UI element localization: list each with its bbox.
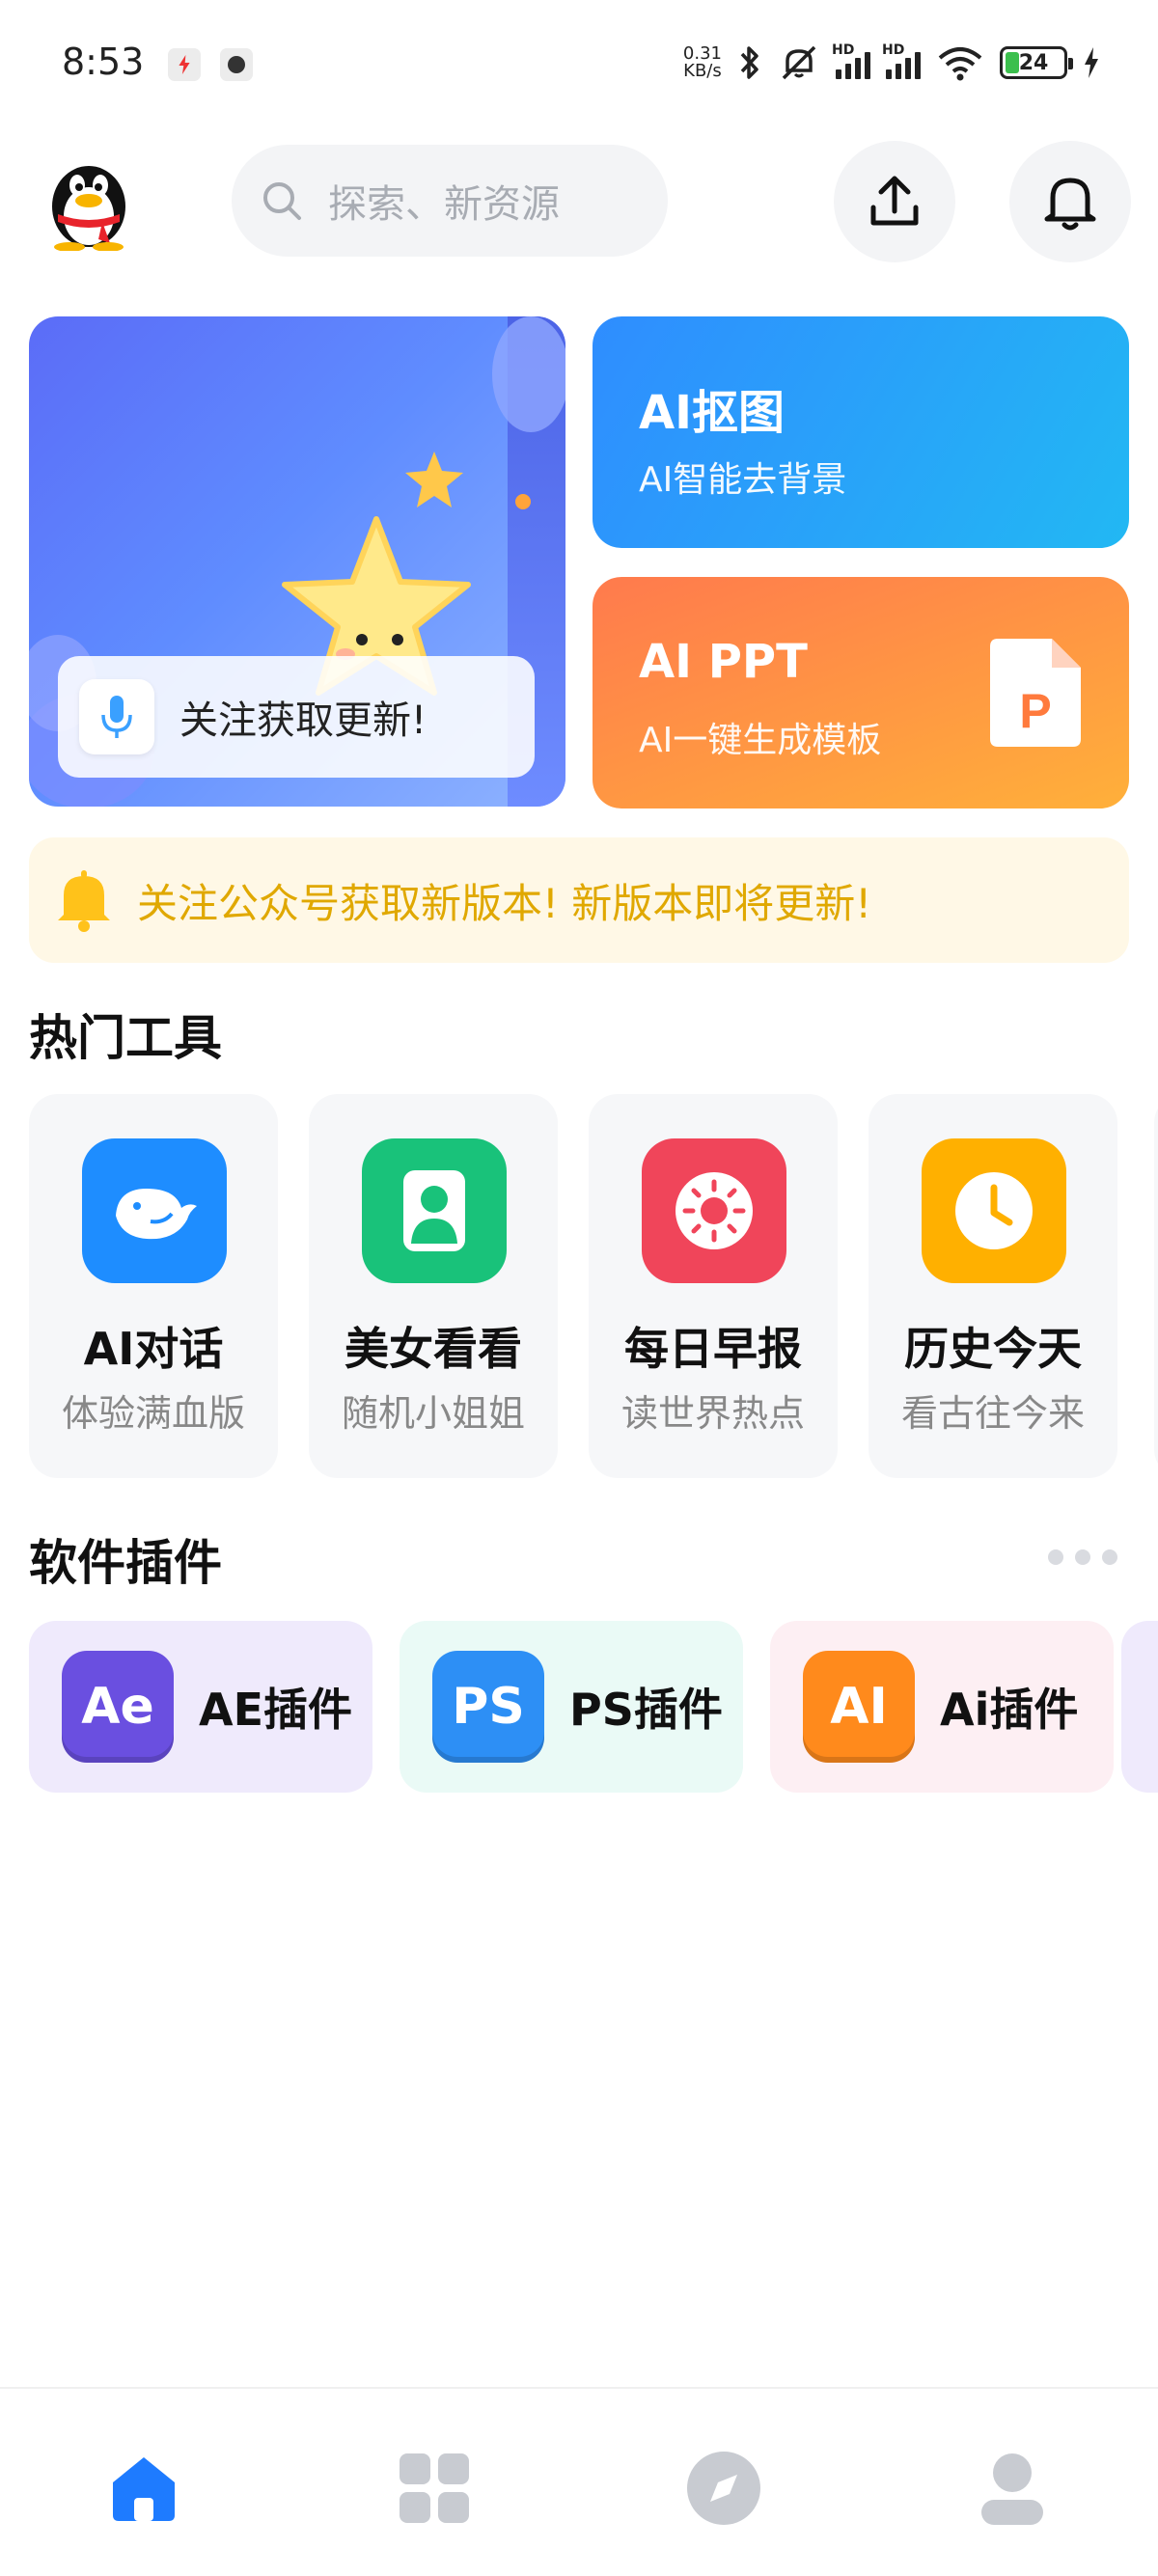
- network-speed: 0.31 KB/s: [683, 45, 722, 80]
- ai-cutout-card[interactable]: AI抠图 AI智能去背景: [593, 316, 1129, 548]
- sun-icon: [642, 1138, 786, 1283]
- announcement-banner[interactable]: 关注公众号获取新版本! 新版本即将更新!: [29, 837, 1129, 963]
- notifications-button[interactable]: [1009, 141, 1131, 262]
- plugin-label: AE插件: [199, 1684, 353, 1736]
- announcement-text: 关注公众号获取新版本! 新版本即将更新!: [137, 879, 872, 927]
- upload-button[interactable]: [834, 141, 955, 262]
- plugin-ps[interactable]: PS PS插件: [400, 1621, 743, 1793]
- status-bar: 8:53 0.31 KB/s HD HD 24: [0, 0, 1158, 125]
- plugins-title: 软件插件: [29, 1535, 222, 1591]
- app-screen: 8:53 0.31 KB/s HD HD 24 探索、新资源 关注获取更新! A…: [0, 0, 1158, 2576]
- ae-logo-icon: Ae: [62, 1651, 174, 1763]
- profile-icon: [981, 2453, 1043, 2525]
- nav-home[interactable]: [100, 2445, 187, 2532]
- microphone-icon: [79, 679, 154, 754]
- tool-desc: 看古往今来: [900, 1392, 1085, 1435]
- notification-app-icon: [168, 48, 201, 81]
- promo-banner[interactable]: 关注获取更新!: [29, 316, 565, 807]
- tool-name: 每日早报: [624, 1323, 802, 1375]
- tool-name: AI对话: [83, 1323, 224, 1375]
- qq-penguin-avatar[interactable]: [41, 151, 137, 252]
- bell-icon: [1044, 178, 1096, 231]
- tool-desc: 随机小姐姐: [341, 1392, 525, 1435]
- tool-card-partial[interactable]: [1154, 1094, 1158, 1478]
- ai-cutout-title: AI抠图: [639, 386, 786, 440]
- plugin-label: PS插件: [569, 1684, 723, 1736]
- plugin-label: Ai插件: [940, 1684, 1079, 1736]
- network-speed-unit: KB/s: [683, 61, 722, 81]
- tool-beauty[interactable]: 美女看看 随机小姐姐: [309, 1094, 558, 1478]
- person-icon: [362, 1138, 507, 1283]
- tool-desc: 读世界热点: [620, 1392, 805, 1435]
- wifi-icon: [938, 47, 982, 81]
- upload-icon: [870, 176, 919, 226]
- tool-name: 历史今天: [904, 1323, 1082, 1375]
- more-dots-icon[interactable]: [1048, 1549, 1117, 1565]
- signal-2-tag: HD: [882, 42, 905, 58]
- search-icon: [263, 182, 301, 220]
- ps-logo-text: PS: [452, 1678, 525, 1736]
- hot-tools-title: 热门工具: [29, 1010, 222, 1066]
- clock-icon: [922, 1138, 1066, 1283]
- ppt-file-icon: P: [990, 639, 1081, 747]
- ai-logo-text: AI: [830, 1678, 888, 1736]
- search-bar[interactable]: 探索、新资源: [232, 145, 668, 257]
- follow-update-text: 关注获取更新!: [179, 699, 427, 743]
- signal-1-tag: HD: [832, 42, 855, 58]
- ae-logo-text: Ae: [81, 1678, 154, 1736]
- nav-apps[interactable]: [391, 2445, 478, 2532]
- ps-logo-icon: PS: [432, 1651, 544, 1763]
- mute-bell-icon: [782, 45, 816, 80]
- compass-icon: [687, 2452, 760, 2525]
- cell-signal-2-icon: HD: [882, 42, 921, 79]
- ai-logo-icon: AI: [803, 1651, 915, 1763]
- tool-desc: 体验满血版: [61, 1392, 245, 1435]
- tool-ai-chat[interactable]: AI对话 体验满血版: [29, 1094, 278, 1478]
- home-icon: [113, 2457, 175, 2521]
- ai-ppt-title: AI PPT: [639, 635, 808, 689]
- whale-icon: [82, 1138, 227, 1283]
- tool-history-today[interactable]: 历史今天 看古往今来: [868, 1094, 1117, 1478]
- ai-ppt-subtitle: AI一键生成模板: [639, 721, 882, 760]
- search-placeholder: 探索、新资源: [328, 182, 560, 227]
- ai-cutout-subtitle: AI智能去背景: [639, 460, 847, 500]
- status-indicators: 0.31 KB/s HD HD 24: [683, 39, 1100, 87]
- cell-signal-1-icon: HD: [832, 42, 870, 79]
- tool-name: 美女看看: [345, 1323, 522, 1375]
- bottom-nav: [0, 2387, 1158, 2576]
- nav-profile[interactable]: [969, 2445, 1056, 2532]
- nav-discover[interactable]: [680, 2445, 767, 2532]
- notification-account-icon: [220, 48, 253, 81]
- plugin-card-partial[interactable]: [1121, 1621, 1158, 1793]
- ai-ppt-card[interactable]: AI PPT AI一键生成模板 P: [593, 577, 1129, 808]
- tool-daily-news[interactable]: 每日早报 读世界热点: [589, 1094, 838, 1478]
- announcement-bell-icon: [58, 870, 110, 932]
- battery-level: 24: [1018, 50, 1049, 75]
- status-time: 8:53: [62, 41, 145, 83]
- svg-text:P: P: [1019, 684, 1051, 738]
- plugin-ai[interactable]: AI Ai插件: [770, 1621, 1114, 1793]
- plugin-ae[interactable]: Ae AE插件: [29, 1621, 372, 1793]
- apps-grid-icon: [400, 2453, 469, 2523]
- charging-icon: [1085, 47, 1098, 78]
- follow-update-card[interactable]: 关注获取更新!: [58, 656, 535, 778]
- battery-icon: 24: [1000, 46, 1073, 79]
- bluetooth-icon: [740, 46, 758, 79]
